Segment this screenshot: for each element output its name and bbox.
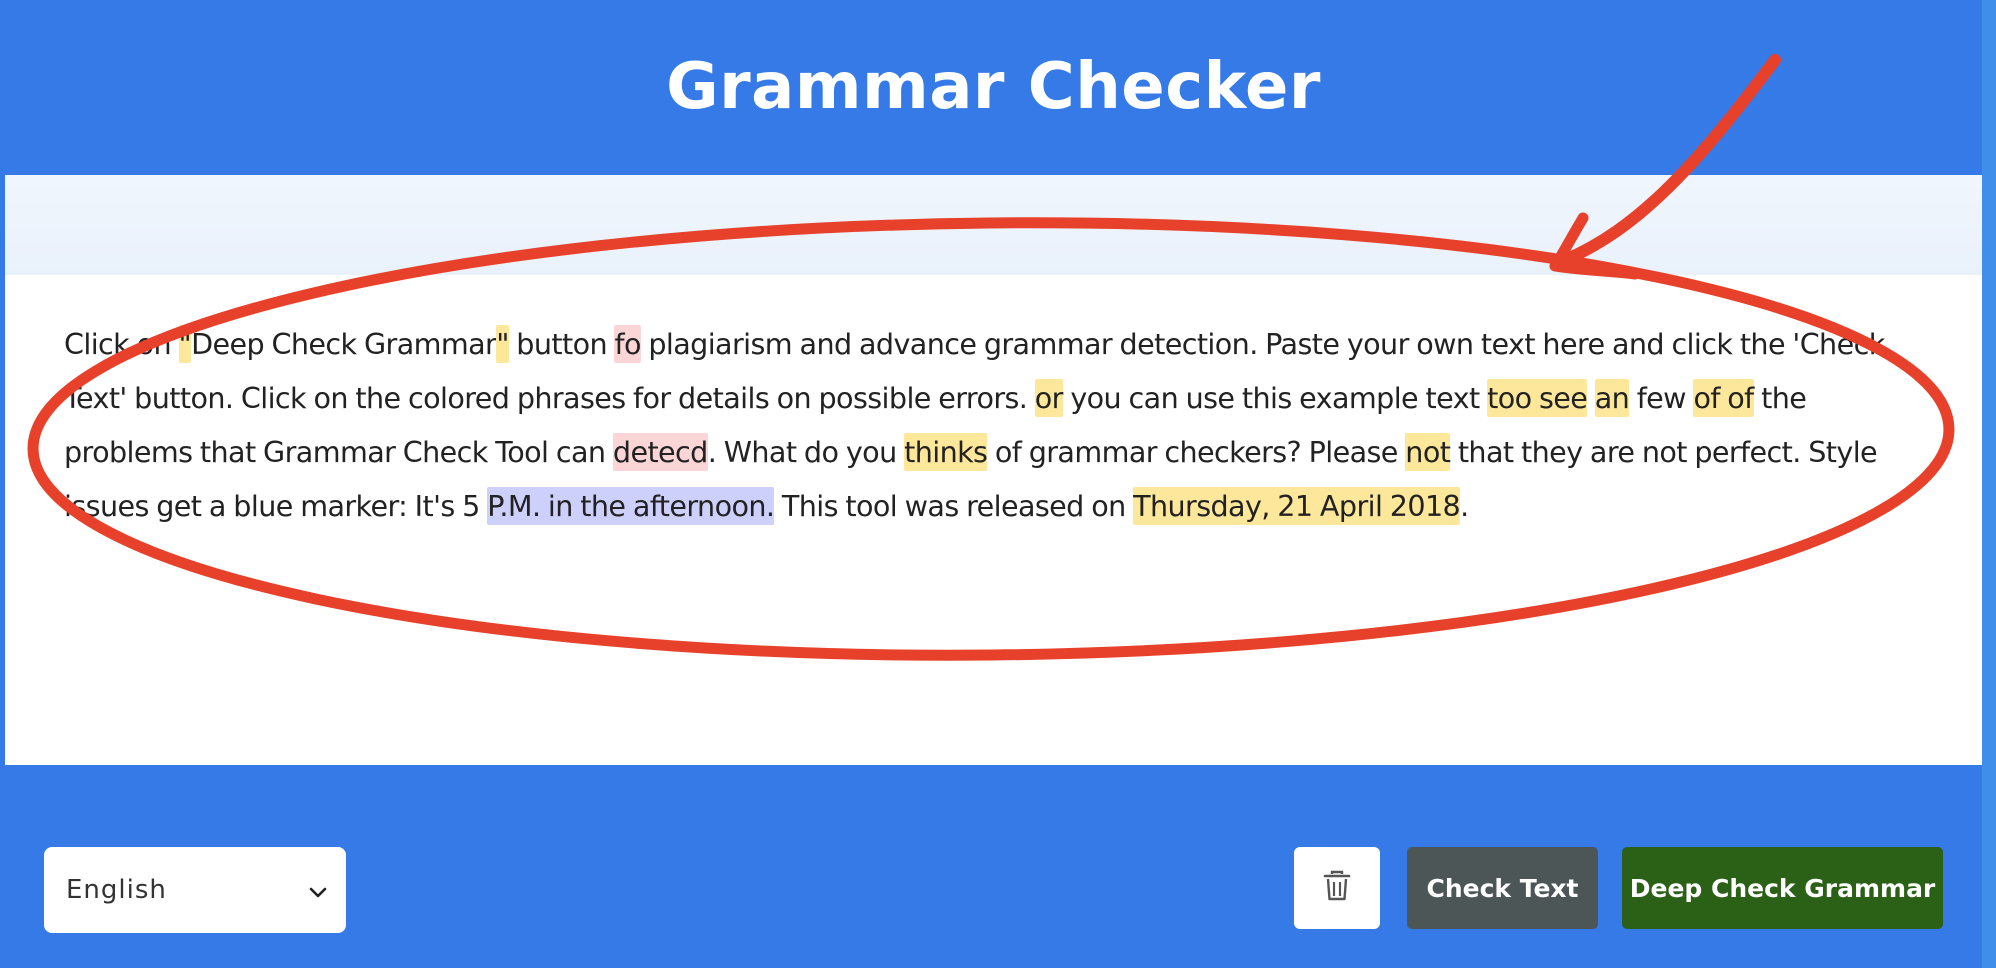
window-edge (1982, 0, 1996, 968)
grammar-issue-highlight[interactable]: an (1594, 379, 1630, 417)
spelling-error-highlight[interactable]: fo (614, 325, 641, 363)
editor-text-segment: few (1629, 381, 1694, 415)
page-title: Grammar Checker (666, 49, 1321, 124)
grammar-issue-highlight[interactable]: not (1405, 433, 1451, 471)
editor-text-segment: you can use this example text (1062, 381, 1488, 415)
editor-text-segment: Deep Check Grammar (191, 327, 497, 361)
style-issue-highlight[interactable]: P.M. in the afternoon. (487, 487, 775, 525)
editor-text-segment: . What do you (707, 435, 905, 469)
clear-text-button[interactable] (1294, 847, 1380, 929)
editor-text-segment: of grammar checkers? Please (987, 435, 1406, 469)
spelling-error-highlight[interactable]: detecd (612, 433, 708, 471)
editor-text-segment (1587, 381, 1595, 415)
footer-bar: English Check Text Deep Check Grammar (5, 765, 1982, 968)
grammar-checker-app: Grammar Checker Click on "Deep Check Gra… (5, 0, 1982, 968)
grammar-issue-highlight[interactable]: of of (1693, 379, 1754, 417)
editor-toolbar-strip (5, 175, 1982, 275)
text-editor[interactable]: Click on "Deep Check Grammar" button fo … (5, 275, 1982, 765)
language-select[interactable]: English (44, 847, 346, 933)
editor-text-segment: button (508, 327, 615, 361)
language-select-value: English (66, 875, 167, 905)
header: Grammar Checker (5, 0, 1982, 175)
grammar-issue-highlight[interactable]: too see (1487, 379, 1588, 417)
grammar-issue-highlight[interactable]: Thursday, 21 April 2018 (1133, 487, 1461, 525)
grammar-issue-highlight[interactable]: " (496, 325, 509, 363)
grammar-issue-highlight[interactable]: thinks (904, 433, 988, 471)
chevron-down-icon (308, 877, 328, 907)
deep-check-grammar-button[interactable]: Deep Check Grammar (1622, 847, 1943, 929)
trash-icon (1323, 870, 1351, 906)
grammar-issue-highlight[interactable]: or (1034, 379, 1063, 417)
editor-text-segment: Click on (64, 327, 179, 361)
editor-text-segment: . (1460, 489, 1469, 523)
editor-content[interactable]: Click on "Deep Check Grammar" button fo … (64, 317, 1926, 533)
check-text-button[interactable]: Check Text (1407, 847, 1598, 929)
grammar-issue-highlight[interactable]: " (178, 325, 192, 363)
editor-text-segment: This tool was released on (774, 489, 1134, 523)
